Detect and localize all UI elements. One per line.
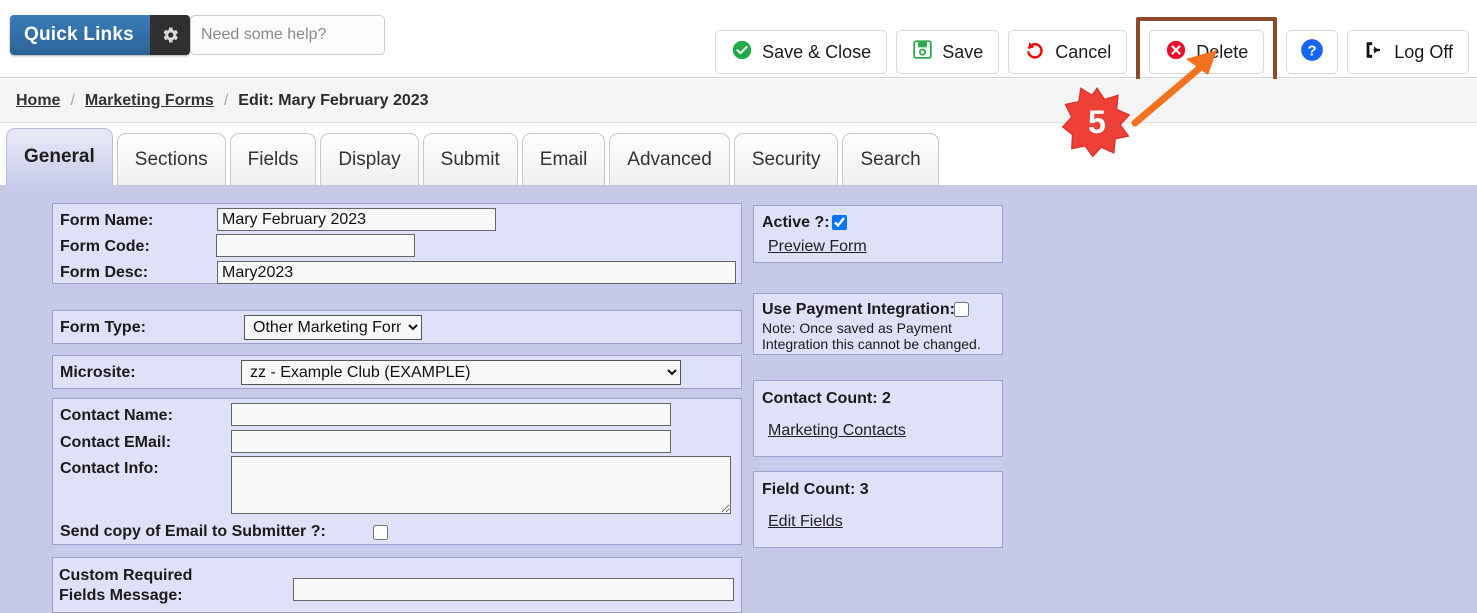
search-input[interactable]: [190, 15, 385, 55]
delete-button[interactable]: Delete: [1149, 30, 1265, 74]
marketing-contacts-link[interactable]: Marketing Contacts: [768, 422, 906, 440]
save-and-close-label: Save & Close: [762, 41, 872, 62]
contact-count-title: Contact Count: 2: [762, 390, 891, 407]
contact-email-label: Contact EMail:: [60, 434, 172, 451]
tab-display[interactable]: Display: [320, 133, 419, 185]
save-and-close-button[interactable]: Save & Close: [715, 30, 888, 74]
active-panel: Active ?: Preview Form: [753, 205, 1003, 263]
tab-fields-label: Fields: [247, 148, 299, 170]
active-label: Active ?:: [762, 214, 830, 231]
contact-info-label: Contact Info:: [60, 460, 159, 477]
form-identity-panel: Form Name: Form Code: Form Desc:: [52, 203, 742, 284]
payment-integration-checkbox[interactable]: [954, 302, 969, 317]
cancel-label: Cancel: [1055, 41, 1112, 62]
logout-icon: [1363, 39, 1385, 66]
tab-submit[interactable]: Submit: [422, 133, 518, 185]
check-circle-icon: [731, 39, 753, 66]
edit-fields-link[interactable]: Edit Fields: [768, 513, 843, 531]
quick-links-button[interactable]: Quick Links: [10, 15, 190, 55]
breadcrumb: Home / Marketing Forms / Edit: Mary Febr…: [0, 79, 1477, 123]
help-button[interactable]: ?: [1286, 30, 1339, 74]
preview-form-link[interactable]: Preview Form: [768, 238, 867, 256]
help-question-icon: ?: [1299, 37, 1325, 68]
microsite-select[interactable]: zz - Example Club (EXAMPLE): [241, 360, 681, 385]
breadcrumb-marketing-forms-link[interactable]: Marketing Forms: [85, 92, 214, 110]
delete-label: Delete: [1196, 41, 1249, 62]
log-off-button[interactable]: Log Off: [1347, 30, 1469, 74]
tab-strip: General Sections Fields Display Submit E…: [6, 128, 939, 185]
form-content-area: Form Name: Form Code: Form Desc: Form Ty…: [0, 185, 1477, 613]
annotation-step-number: 5: [1088, 104, 1106, 140]
custom-required-message-panel: Custom Required Fields Message:: [52, 557, 742, 613]
active-checkbox[interactable]: [832, 215, 847, 230]
contact-name-input[interactable]: [231, 403, 671, 426]
payment-integration-label: Use Payment Integration:: [762, 301, 955, 318]
tab-submit-label: Submit: [440, 148, 500, 170]
form-type-select[interactable]: Other Marketing Form: [244, 315, 422, 340]
tab-search[interactable]: Search: [842, 133, 939, 185]
tab-email[interactable]: Email: [521, 133, 606, 185]
tab-general-label: General: [24, 146, 95, 167]
breadcrumb-separator-2: /: [223, 91, 229, 109]
form-type-label: Form Type:: [60, 319, 146, 336]
form-name-label: Form Name:: [60, 212, 154, 229]
tab-display-label: Display: [338, 148, 401, 170]
save-button[interactable]: Save: [896, 30, 1000, 74]
log-off-label: Log Off: [1394, 41, 1453, 62]
cancel-button[interactable]: Cancel: [1008, 30, 1128, 74]
send-copy-checkbox[interactable]: [373, 525, 388, 540]
annotation-step-badge: 5: [1061, 87, 1131, 157]
form-code-label: Form Code:: [60, 238, 150, 255]
floppy-disk-icon: [912, 39, 933, 65]
field-count-title: Field Count: 3: [762, 481, 869, 498]
contact-info-textarea[interactable]: [231, 456, 731, 514]
tab-advanced-label: Advanced: [627, 148, 712, 170]
tab-security-label: Security: [751, 148, 821, 170]
save-label: Save: [942, 41, 984, 62]
form-code-input[interactable]: [216, 234, 415, 257]
field-count-panel: Field Count: 3 Edit Fields: [753, 471, 1003, 548]
tab-general[interactable]: General: [6, 128, 113, 185]
payment-integration-panel: Use Payment Integration: Note: Once save…: [753, 293, 1003, 355]
delete-highlight-box: Delete: [1136, 17, 1278, 87]
top-toolbar: Quick Links Save & Close Save Ca: [0, 0, 1477, 87]
svg-text:?: ?: [1308, 42, 1317, 59]
contact-panel: Contact Name: Contact EMail: Contact Inf…: [52, 398, 742, 545]
toolbar-actions: Save & Close Save Cancel Delete ? Log Of…: [715, 17, 1469, 87]
microsite-panel: Microsite: zz - Example Club (EXAMPLE): [52, 355, 742, 389]
tab-search-label: Search: [860, 148, 921, 170]
microsite-label: Microsite:: [60, 364, 136, 381]
tab-sections-label: Sections: [134, 148, 208, 170]
quick-links-label: Quick Links: [10, 15, 150, 55]
contact-name-label: Contact Name:: [60, 407, 173, 424]
contact-count-panel: Contact Count: 2 Marketing Contacts: [753, 380, 1003, 457]
send-copy-label: Send copy of Email to Submitter ?:: [60, 523, 326, 540]
breadcrumb-home-link[interactable]: Home: [16, 92, 60, 110]
tab-sections[interactable]: Sections: [116, 133, 226, 185]
tab-email-label: Email: [539, 148, 588, 170]
breadcrumb-current: Edit: Mary February 2023: [238, 91, 429, 109]
form-desc-input[interactable]: [217, 261, 736, 284]
payment-integration-note: Note: Once saved as Payment Integration …: [762, 320, 981, 353]
form-type-panel: Form Type: Other Marketing Form: [52, 310, 742, 344]
x-circle-icon: [1165, 39, 1187, 66]
undo-arrow-icon: [1024, 39, 1046, 66]
tab-fields[interactable]: Fields: [229, 133, 317, 185]
breadcrumb-separator-1: /: [70, 91, 75, 109]
contact-email-input[interactable]: [231, 430, 671, 453]
form-name-input[interactable]: [217, 208, 496, 231]
form-desc-label: Form Desc:: [60, 264, 149, 281]
tab-advanced[interactable]: Advanced: [609, 133, 730, 185]
custom-required-input[interactable]: [293, 578, 734, 601]
tab-security[interactable]: Security: [733, 133, 839, 185]
gear-icon[interactable]: [149, 15, 190, 55]
custom-required-label: Custom Required Fields Message:: [59, 567, 193, 604]
